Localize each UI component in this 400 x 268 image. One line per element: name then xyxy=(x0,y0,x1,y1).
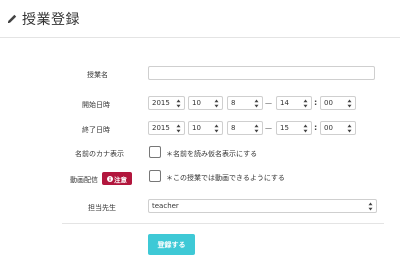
start-hour-value: 14 xyxy=(280,99,289,107)
page-header: 授業登録 xyxy=(0,0,400,37)
end-datetime-label: 終了日時 xyxy=(82,126,110,134)
start-year-value: 2015 xyxy=(152,99,170,107)
select-arrows-icon xyxy=(176,124,181,133)
end-hour-select[interactable]: 15 xyxy=(276,121,312,135)
video-text: ＊この授業では動画できるようにする xyxy=(166,174,285,182)
start-minute-select[interactable]: 00 xyxy=(320,96,356,110)
select-arrows-icon xyxy=(254,99,259,108)
end-minute-select[interactable]: 00 xyxy=(320,121,356,135)
select-arrows-icon xyxy=(214,99,219,108)
caution-badge-label: 注意 xyxy=(114,175,127,184)
start-month-select[interactable]: 10 xyxy=(188,96,223,110)
course-name-label: 授業名 xyxy=(87,71,108,79)
select-arrows-icon xyxy=(347,99,352,108)
start-hour-select[interactable]: 14 xyxy=(276,96,312,110)
end-hour-value: 15 xyxy=(280,124,289,132)
start-day-value: 8 xyxy=(231,99,236,107)
register-button[interactable]: 登録する xyxy=(148,234,195,255)
info-icon xyxy=(107,175,113,182)
teacher-label: 担当先生 xyxy=(88,204,116,212)
end-minute-value: 00 xyxy=(324,124,333,132)
header-divider xyxy=(0,37,400,38)
teacher-value: teacher xyxy=(152,202,179,210)
start-month-value: 10 xyxy=(192,99,201,107)
select-arrows-icon xyxy=(214,124,219,133)
end-day-value: 8 xyxy=(231,124,236,132)
course-name-input[interactable] xyxy=(148,66,375,80)
end-month-value: 10 xyxy=(192,124,201,132)
end-month-select[interactable]: 10 xyxy=(188,121,223,135)
select-arrows-icon xyxy=(254,124,259,133)
end-year-select[interactable]: 2015 xyxy=(148,121,185,135)
start-separator: — xyxy=(265,99,272,107)
caution-badge[interactable]: 注意 xyxy=(102,172,132,185)
select-arrows-icon xyxy=(347,124,352,133)
select-arrows-icon xyxy=(303,124,308,133)
start-day-select[interactable]: 8 xyxy=(227,96,263,110)
pencil-icon xyxy=(8,14,17,23)
teacher-select[interactable]: teacher xyxy=(148,199,377,213)
start-minute-value: 00 xyxy=(324,99,333,107)
end-day-select[interactable]: 8 xyxy=(227,121,263,135)
video-label: 動画配信 xyxy=(70,176,98,184)
select-arrows-icon xyxy=(368,202,373,211)
video-checkbox[interactable] xyxy=(149,170,161,182)
select-arrows-icon xyxy=(176,99,181,108)
start-time-colon: : xyxy=(314,98,318,107)
start-datetime-label: 開始日時 xyxy=(82,101,110,109)
end-time-colon: : xyxy=(314,123,318,132)
kana-display-label: 名前のカナ表示 xyxy=(75,150,124,158)
form-divider xyxy=(62,223,384,224)
kana-display-text: ＊名前を読み仮名表示にする xyxy=(166,150,258,158)
start-year-select[interactable]: 2015 xyxy=(148,96,185,110)
end-separator: — xyxy=(265,124,272,132)
select-arrows-icon xyxy=(303,99,308,108)
kana-display-checkbox[interactable] xyxy=(149,146,161,158)
page-title: 授業登録 xyxy=(22,11,80,28)
end-year-value: 2015 xyxy=(152,124,170,132)
